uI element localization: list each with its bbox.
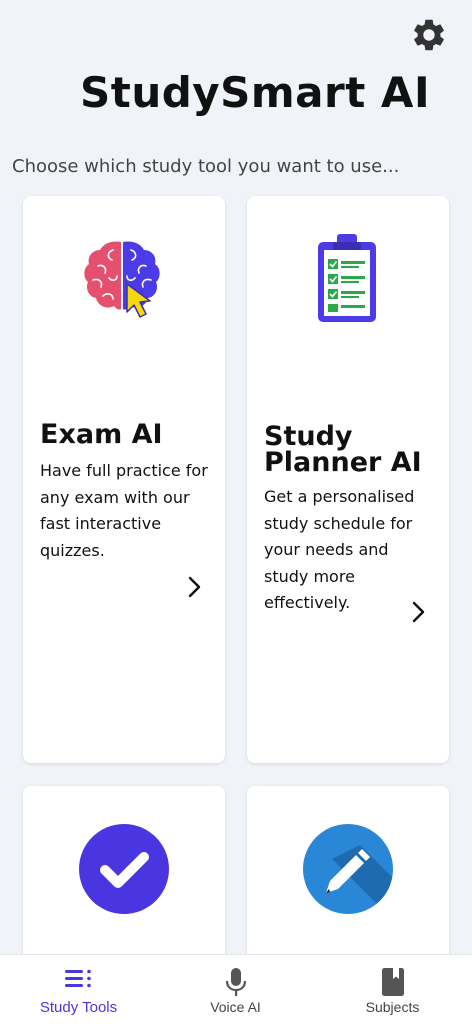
brain-cursor-icon	[83, 238, 161, 318]
checkmark-circle-icon	[78, 823, 170, 915]
nav-label: Subjects	[365, 999, 420, 1015]
exam-ai-card[interactable]: Exam AI Have full practice for any exam …	[23, 196, 225, 763]
card-description: Get a personalised study schedule for yo…	[264, 487, 415, 612]
header: StudySmart AI	[0, 60, 472, 130]
list-icon	[64, 967, 93, 993]
nav-study-tools[interactable]: Study Tools	[0, 955, 157, 1024]
book-icon	[381, 967, 405, 1001]
pencil-circle-icon	[302, 823, 394, 915]
app-screen: StudySmart AI Choose which study tool yo…	[0, 0, 472, 1024]
nav-subjects[interactable]: Subjects	[314, 955, 471, 1024]
card-title: Study Planner AI	[264, 421, 422, 478]
bottom-navigation: Study Tools Voice AI Subjects	[0, 954, 472, 1024]
page-title: StudySmart AI	[80, 68, 431, 117]
subtitle: Choose which study tool you want to use.…	[12, 156, 400, 177]
nav-label: Study Tools	[39, 999, 118, 1016]
study-planner-card[interactable]: Study Planner AI Get a personalised stud…	[247, 196, 449, 763]
card-description: Have full practice for any exam with our…	[40, 461, 208, 560]
chevron-right-icon[interactable]	[410, 601, 428, 623]
nav-voice-ai[interactable]: Voice AI	[157, 955, 314, 1024]
microphone-icon	[224, 967, 248, 1001]
gear-icon[interactable]	[410, 16, 448, 54]
nav-label: Voice AI	[210, 999, 261, 1015]
card-title: Exam AI	[40, 419, 163, 450]
clipboard-checklist-icon	[315, 232, 379, 326]
chevron-right-icon[interactable]	[186, 576, 204, 598]
